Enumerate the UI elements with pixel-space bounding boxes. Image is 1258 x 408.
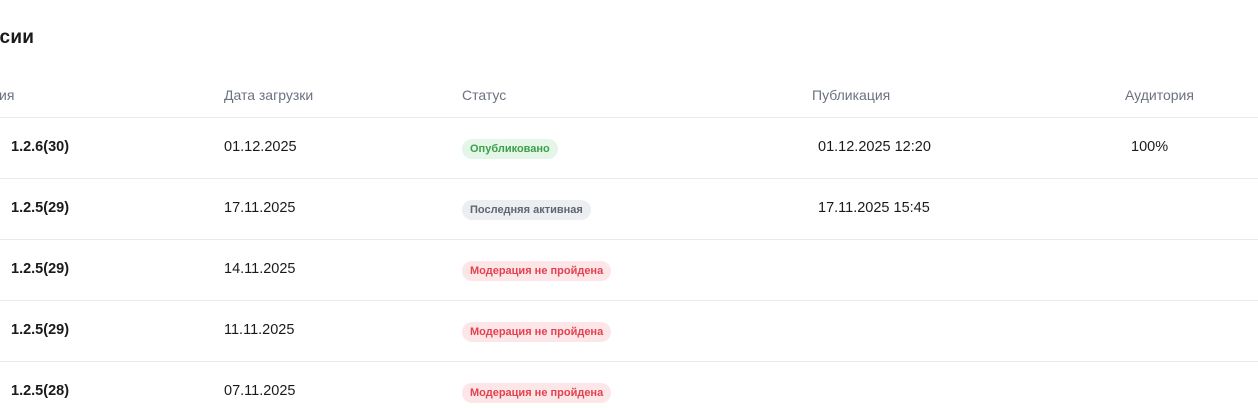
audience-cell: 100%: [1131, 139, 1169, 155]
column-header-version[interactable]: сия: [0, 87, 14, 103]
upload-date-cell: 01.12.2025: [224, 139, 297, 155]
upload-date-cell: 14.11.2025: [224, 261, 296, 277]
column-header-publication[interactable]: Публикация: [812, 87, 890, 103]
version-cell: 1.2.5(29): [11, 261, 70, 277]
upload-date-cell: 11.11.2025: [224, 322, 295, 338]
status-badge: Опубликовано: [462, 139, 558, 159]
table-row[interactable]: 1.2.5(28) 07.11.2025 Модерация не пройде…: [0, 362, 1258, 408]
status-badge: Модерация не пройдена: [462, 383, 612, 403]
status-badge: Модерация не пройдена: [462, 322, 612, 342]
version-cell: 1.2.6(30): [11, 139, 70, 155]
table-row[interactable]: 1.2.5(29) 11.11.2025 Модерация не пройде…: [0, 301, 1258, 362]
version-cell: 1.2.5(29): [11, 200, 70, 216]
publication-cell: 01.12.2025 12:20: [818, 139, 931, 155]
table-header-row: сия Дата загрузки Статус Публикация Ауди…: [0, 72, 1258, 118]
version-cell: 1.2.5(28): [11, 383, 70, 399]
table-row[interactable]: 1.2.6(30) 01.12.2025 Опубликовано 01.12.…: [0, 118, 1258, 179]
table-row[interactable]: 1.2.5(29) 17.11.2025 Последняя активная …: [0, 179, 1258, 240]
column-header-upload-date[interactable]: Дата загрузки: [224, 87, 313, 103]
version-cell: 1.2.5(29): [11, 322, 70, 338]
status-badge: Модерация не пройдена: [462, 261, 612, 281]
section-title: осии: [0, 27, 35, 48]
upload-date-cell: 17.11.2025: [224, 200, 296, 216]
versions-page: осии сия Дата загрузки Статус Публикация…: [0, 0, 1258, 408]
column-header-audience[interactable]: Аудитория: [1125, 87, 1194, 103]
column-header-status[interactable]: Статус: [462, 87, 506, 103]
upload-date-cell: 07.11.2025: [224, 383, 296, 399]
table-row[interactable]: 1.2.5(29) 14.11.2025 Модерация не пройде…: [0, 240, 1258, 301]
status-badge: Последняя активная: [462, 200, 591, 220]
versions-table: сия Дата загрузки Статус Публикация Ауди…: [0, 72, 1258, 408]
publication-cell: 17.11.2025 15:45: [818, 200, 930, 216]
